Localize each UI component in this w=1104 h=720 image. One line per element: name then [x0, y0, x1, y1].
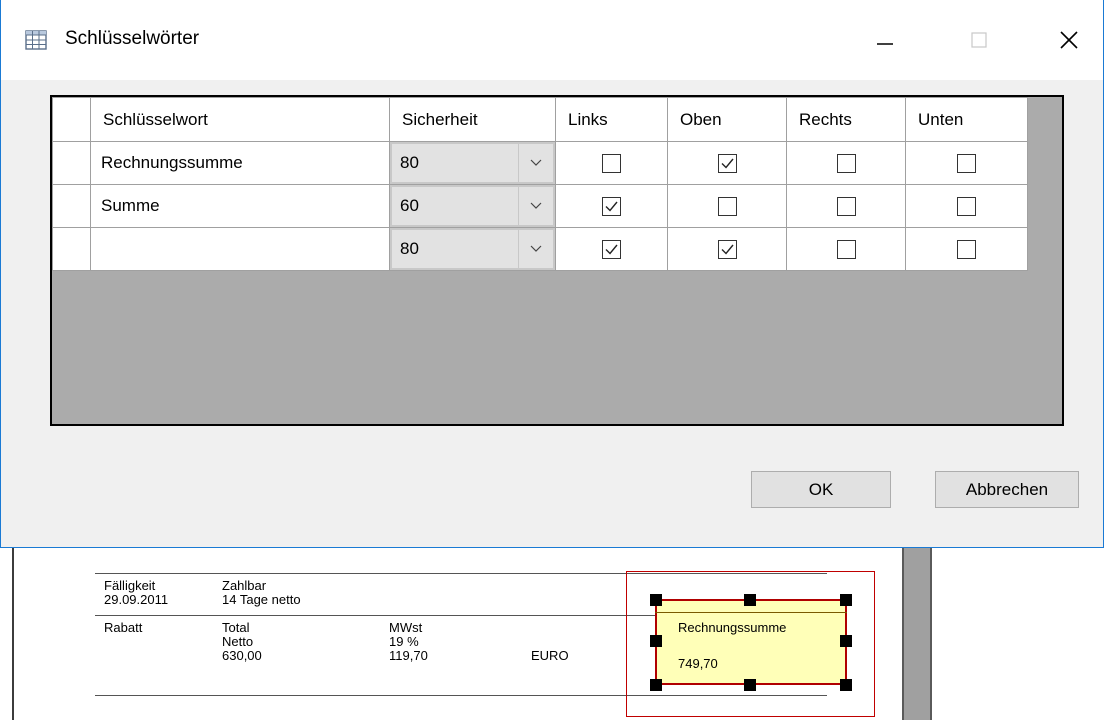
checkmark-icon — [721, 158, 734, 169]
resize-handle[interactable] — [840, 635, 852, 647]
links-checkbox[interactable] — [602, 153, 621, 173]
oben-checkbox-cell[interactable] — [667, 141, 787, 185]
ok-button[interactable]: OK — [751, 471, 891, 508]
netto-value: 630,00 — [222, 648, 262, 663]
chevron-down-icon[interactable] — [518, 230, 553, 268]
oben-checkbox[interactable] — [717, 196, 737, 216]
rechts-checkbox-cell[interactable] — [786, 141, 906, 185]
sicherheit-value: 80 — [400, 153, 419, 172]
keyword-cell[interactable] — [90, 227, 390, 271]
sicherheit-combo[interactable]: 60 — [389, 184, 556, 228]
column-header-sicherheit[interactable]: Sicherheit — [389, 97, 556, 142]
rechts-checkbox[interactable] — [836, 239, 856, 259]
column-header-keyword[interactable]: Schlüsselwort — [90, 97, 390, 142]
rechts-checkbox[interactable] — [836, 153, 856, 173]
table-row: Summe 60 — [52, 184, 1028, 228]
resize-handle[interactable] — [744, 594, 756, 606]
unten-checkbox-cell[interactable] — [905, 141, 1028, 185]
sicherheit-combo[interactable]: 80 — [389, 227, 556, 271]
links-checkbox-cell[interactable] — [555, 184, 668, 228]
row-header[interactable] — [52, 141, 91, 185]
links-checkbox-cell[interactable] — [555, 227, 668, 271]
document-left-border — [12, 548, 14, 720]
checkmark-icon — [605, 244, 618, 255]
chevron-down-icon[interactable] — [518, 144, 553, 182]
row-header[interactable] — [52, 227, 91, 271]
resize-handle[interactable] — [840, 594, 852, 606]
title-bar[interactable]: Schlüsselwörter — [1, 0, 1103, 80]
checkmark-icon — [605, 201, 618, 212]
rechts-checkbox-cell[interactable] — [786, 227, 906, 271]
resize-handle[interactable] — [650, 679, 662, 691]
dialog-title: Schlüsselwörter — [65, 28, 200, 49]
unten-checkbox[interactable] — [957, 239, 976, 259]
table-row: 80 — [52, 227, 1028, 271]
rabatt-label: Rabatt — [104, 620, 143, 635]
zahlbar-value: 14 Tage netto — [222, 592, 301, 607]
checkmark-icon — [721, 244, 734, 255]
column-header-unten[interactable]: Unten — [905, 97, 1028, 142]
grid-header-row: Schlüsselwort Sicherheit Links Oben Rech… — [52, 97, 1028, 142]
highlight-divider — [655, 612, 847, 613]
highlight-label: Rechnungssumme — [678, 620, 787, 635]
keyword-cell[interactable]: Summe — [90, 184, 390, 228]
mwst-value: 119,70 — [389, 648, 428, 663]
column-header-rechts[interactable]: Rechts — [786, 97, 906, 142]
highlight-value: 749,70 — [678, 656, 718, 671]
netto-label: Netto — [222, 634, 254, 649]
resize-handle[interactable] — [744, 679, 756, 691]
resize-handle[interactable] — [840, 679, 852, 691]
cancel-button[interactable]: Abbrechen — [935, 471, 1079, 508]
unten-checkbox[interactable] — [957, 196, 976, 216]
keywords-dialog: Schlüsselwörter Schlüsselwort Sicherheit… — [0, 0, 1104, 548]
close-icon — [1060, 31, 1078, 49]
mwst-rate: 19 % — [389, 634, 419, 649]
faelligkeit-label: Fälligkeit — [104, 578, 156, 593]
sicherheit-combo[interactable]: 80 — [389, 141, 556, 185]
links-checkbox[interactable] — [602, 239, 621, 259]
unten-checkbox[interactable] — [957, 153, 976, 173]
currency-label: EURO — [531, 648, 569, 663]
unten-checkbox-cell[interactable] — [905, 227, 1028, 271]
rechts-checkbox[interactable] — [836, 196, 856, 216]
row-header[interactable] — [52, 184, 91, 228]
total-label: Total — [222, 620, 250, 635]
sicherheit-value: 60 — [400, 196, 419, 215]
minimize-icon — [877, 43, 893, 45]
column-header-oben[interactable]: Oben — [667, 97, 787, 142]
rechts-checkbox-cell[interactable] — [786, 184, 906, 228]
unten-checkbox-cell[interactable] — [905, 184, 1028, 228]
maximize-button[interactable] — [959, 20, 999, 60]
mwst-label: MWst — [389, 620, 423, 635]
table-grid-icon — [25, 30, 47, 55]
chevron-down-icon[interactable] — [518, 187, 553, 225]
table-row: Rechnungssumme 80 — [52, 141, 1028, 185]
zahlbar-label: Zahlbar — [222, 578, 267, 593]
resize-handle[interactable] — [650, 594, 662, 606]
document-scrollbar-strip[interactable] — [902, 548, 932, 720]
oben-checkbox[interactable] — [717, 239, 737, 259]
links-checkbox-cell[interactable] — [555, 141, 668, 185]
sicherheit-value: 80 — [400, 239, 419, 258]
close-button[interactable] — [1049, 20, 1089, 60]
row-header-corner[interactable] — [52, 97, 91, 142]
oben-checkbox-cell[interactable] — [667, 227, 787, 271]
oben-checkbox-cell[interactable] — [667, 184, 787, 228]
keyword-cell[interactable]: Rechnungssumme — [90, 141, 390, 185]
links-checkbox[interactable] — [602, 196, 621, 216]
resize-handle[interactable] — [650, 635, 662, 647]
oben-checkbox[interactable] — [717, 153, 737, 173]
column-header-links[interactable]: Links — [555, 97, 668, 142]
maximize-icon — [971, 32, 987, 48]
faelligkeit-value: 29.09.2011 — [104, 592, 169, 607]
keywords-grid[interactable]: Schlüsselwort Sicherheit Links Oben Rech… — [50, 95, 1064, 426]
minimize-button[interactable] — [865, 20, 905, 60]
